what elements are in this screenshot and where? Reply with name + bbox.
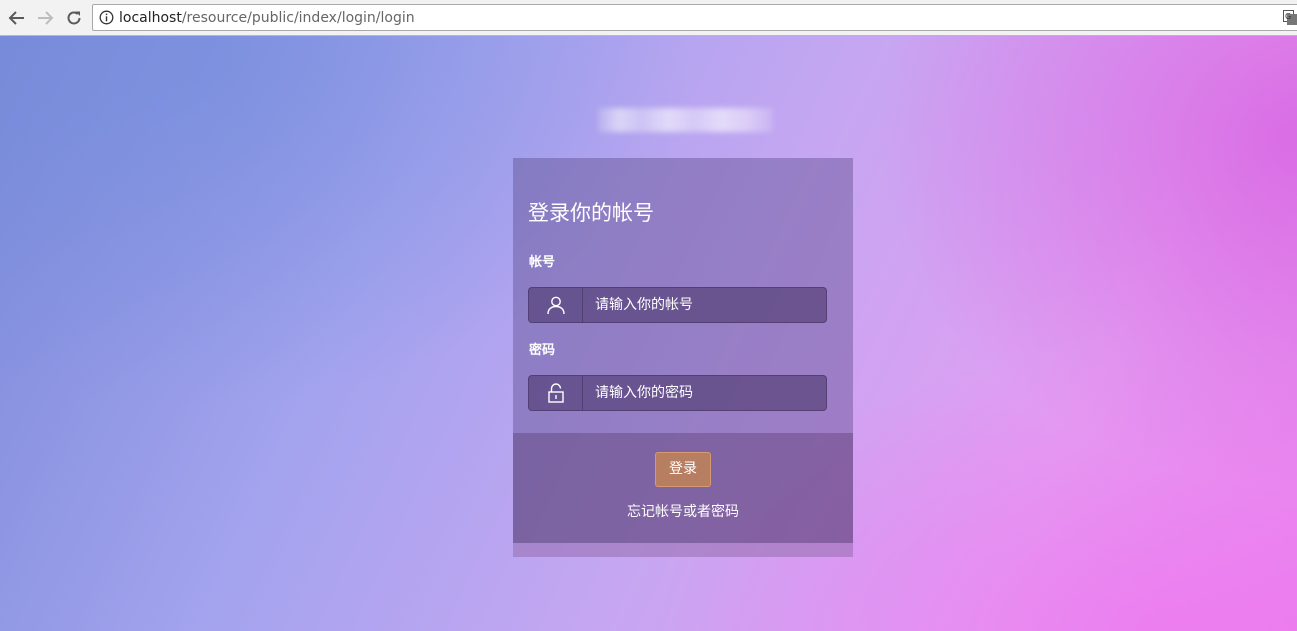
lock-icon: [547, 383, 564, 403]
account-label: 帐号: [529, 255, 556, 270]
login-page: 登录你的帐号 帐号 密码 登录 忘记帐号或者密码: [0, 36, 1297, 631]
reload-icon: [67, 11, 81, 25]
password-label: 密码: [529, 343, 556, 358]
user-icon: [546, 296, 565, 315]
login-action-panel: [513, 433, 853, 543]
password-addon: [529, 376, 583, 410]
svg-text:G: G: [1285, 12, 1291, 21]
login-title: 登录你的帐号: [528, 201, 654, 225]
url-host: localhost: [119, 10, 182, 26]
account-addon: [529, 288, 583, 322]
url-text[interactable]: localhost/resource/public/index/login/lo…: [119, 9, 415, 27]
login-card: 登录你的帐号 帐号 密码 登录 忘记帐号或者密码: [513, 158, 853, 557]
browser-toolbar: localhost/resource/public/index/login/lo…: [0, 0, 1297, 36]
translate-icon[interactable]: G: [1283, 10, 1297, 26]
back-button[interactable]: [5, 6, 29, 30]
url-path: /resource/public/index/login/login: [181, 10, 415, 26]
card-footer-strip: [513, 543, 853, 557]
arrow-left-icon: [8, 11, 24, 25]
forward-button[interactable]: [33, 6, 57, 30]
password-input[interactable]: [584, 376, 826, 410]
account-input[interactable]: [584, 288, 826, 322]
arrow-right-icon: [38, 11, 54, 25]
info-icon[interactable]: [99, 10, 114, 25]
password-input-group[interactable]: [528, 375, 827, 411]
logo-placeholder: [597, 108, 773, 132]
account-input-group[interactable]: [528, 287, 827, 323]
forgot-account-link[interactable]: 忘记帐号或者密码: [513, 503, 853, 521]
blurred-logo: [590, 105, 780, 135]
reload-button[interactable]: [62, 6, 86, 30]
login-button[interactable]: 登录: [655, 452, 711, 487]
address-bar[interactable]: localhost/resource/public/index/login/lo…: [92, 4, 1297, 31]
